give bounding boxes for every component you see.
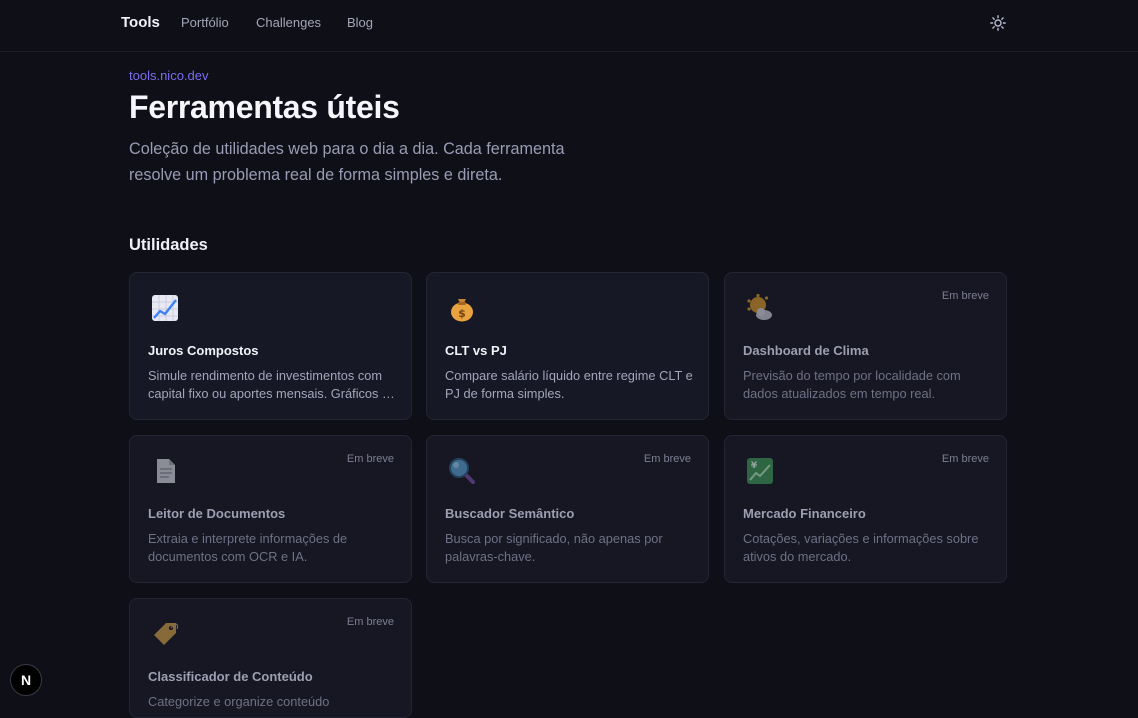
tool-card-buscador-semantico[interactable]: Em breve Buscador Semântico Busca por si… — [426, 435, 709, 583]
tool-card-juros-compostos[interactable]: Juros Compostos Simule rendimento de inv… — [129, 272, 412, 420]
nav-link-blog[interactable]: Blog — [347, 15, 373, 30]
card-title: Buscador Semântico — [445, 506, 575, 521]
card-title: CLT vs PJ — [445, 343, 507, 358]
brand-link[interactable]: Tools — [121, 14, 160, 31]
nav-link-challenges[interactable]: Challenges — [256, 15, 321, 30]
card-description: Extraia e interprete informações de docu… — [148, 531, 348, 564]
nextjs-dev-indicator-button[interactable]: N — [10, 664, 42, 696]
money-bag-icon: $ — [447, 293, 477, 323]
sun-icon — [990, 15, 1006, 31]
svg-text:$: $ — [458, 307, 466, 320]
tool-card-classificador-conteudo[interactable]: Em breve Classificador de Conteúdo Categ… — [129, 598, 412, 718]
card-title: Mercado Financeiro — [743, 506, 866, 521]
coming-soon-badge: Em breve — [346, 616, 394, 628]
chart-yen-icon: ¥ — [745, 456, 775, 486]
card-description: Compare salário líquido entre regime CLT… — [445, 368, 693, 401]
card-title: Classificador de Conteúdo — [148, 669, 313, 684]
nav-link-portfolio[interactable]: Portfólio — [181, 15, 229, 30]
tool-card-leitor-documentos[interactable]: Em breve Leitor de Documentos Extraia e … — [129, 435, 412, 583]
label-tag-icon — [150, 619, 180, 649]
tool-card-dashboard-clima[interactable]: Em breve Dashboard de Clima Previsão do … — [724, 272, 1007, 420]
coming-soon-badge: Em breve — [941, 453, 989, 465]
page-title: Ferramentas úteis — [129, 89, 400, 125]
card-title: Dashboard de Clima — [743, 343, 869, 358]
card-description: Categorize e organize conteúdo — [148, 694, 330, 709]
magnifying-glass-icon — [447, 456, 477, 486]
hero-section: tools.nico.dev Ferramentas úteis Coleção… — [129, 68, 649, 188]
card-description: Previsão do tempo por localidade com dad… — [743, 368, 961, 401]
page-subtitle-text: Coleção de utilidades web para o dia a d… — [129, 140, 565, 184]
card-title: Juros Compostos — [148, 343, 259, 358]
tool-card-mercado-financeiro[interactable]: Em breve ¥ Mercado Financeiro Cotações, … — [724, 435, 1007, 583]
sun-behind-cloud-icon — [745, 293, 775, 323]
coming-soon-badge: Em breve — [346, 453, 394, 465]
card-title: Leitor de Documentos — [148, 506, 286, 521]
document-icon — [150, 456, 180, 486]
chart-increasing-icon — [150, 293, 180, 323]
card-description: Cotações, variações e informações sobre … — [743, 531, 979, 564]
card-description: Busca por significado, não apenas por pa… — [445, 531, 663, 564]
coming-soon-badge: Em breve — [643, 453, 691, 465]
svg-text:¥: ¥ — [751, 461, 758, 471]
section-title: Utilidades — [129, 236, 208, 254]
theme-toggle-button[interactable] — [988, 13, 1008, 33]
coming-soon-badge: Em breve — [941, 290, 989, 302]
top-navigation: Tools Portfólio Challenges Blog — [0, 0, 1138, 52]
page-subtitle: Coleção de utilidades web para o dia a d… — [129, 136, 609, 188]
tool-card-clt-vs-pj[interactable]: $ CLT vs PJ Compare salário líquido entr… — [426, 272, 709, 420]
site-url: tools.nico.dev — [129, 68, 209, 83]
card-description: Simule rendimento de investimentos com c… — [148, 368, 390, 401]
